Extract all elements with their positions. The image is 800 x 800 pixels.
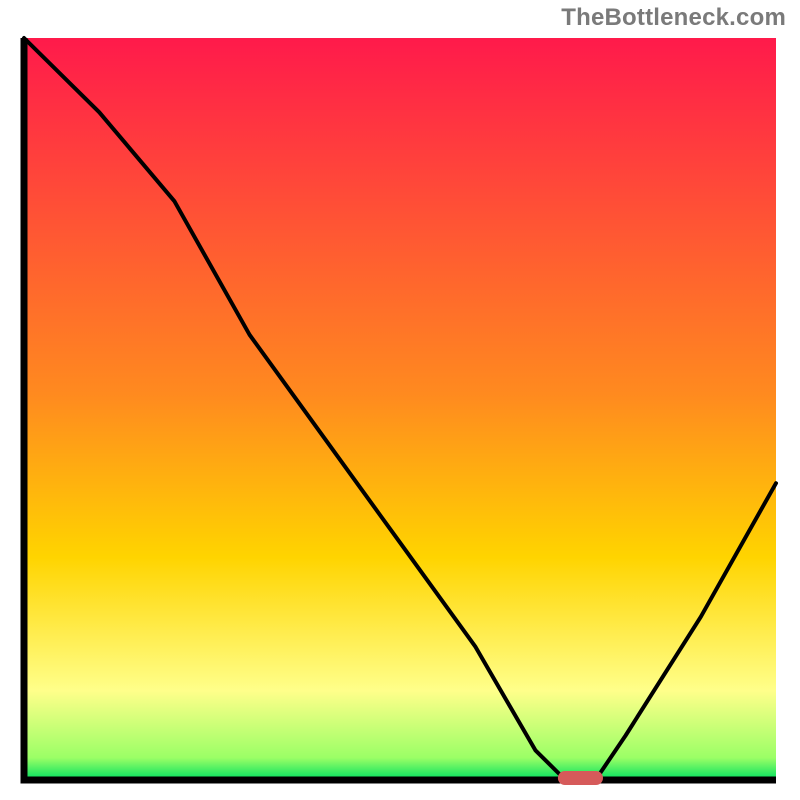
plot-background	[24, 38, 776, 780]
chart-container: TheBottleneck.com	[0, 0, 800, 800]
attribution-text: TheBottleneck.com	[561, 4, 786, 32]
optimal-marker	[558, 771, 603, 785]
bottleneck-chart	[18, 32, 782, 792]
